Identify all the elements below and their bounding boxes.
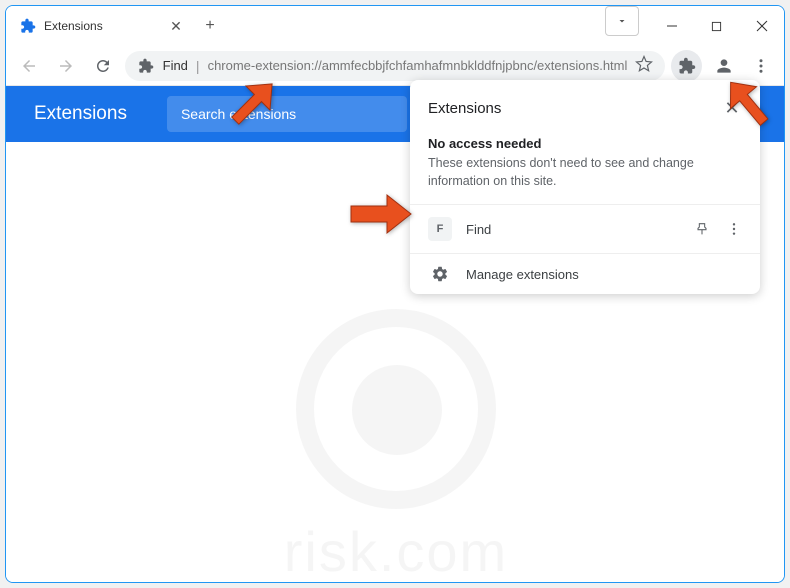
gear-icon <box>428 262 452 286</box>
maximize-button[interactable] <box>694 11 739 41</box>
popup-title: Extensions <box>428 100 501 117</box>
no-access-heading: No access needed <box>428 136 742 151</box>
close-tab-icon[interactable]: ✕ <box>168 18 184 34</box>
watermark: risk.com <box>146 266 646 583</box>
tab-search-button[interactable] <box>605 6 639 36</box>
annotation-arrow-icon <box>713 68 783 143</box>
manage-extensions-label: Manage extensions <box>466 267 750 282</box>
browser-tab[interactable]: Extensions ✕ <box>6 6 196 46</box>
manage-extensions-row[interactable]: Manage extensions <box>410 253 760 294</box>
star-icon <box>635 55 653 73</box>
extensions-button[interactable] <box>671 50 702 82</box>
minimize-button[interactable] <box>649 11 694 41</box>
puzzle-icon <box>137 57 155 75</box>
arrow-right-icon <box>57 57 75 75</box>
annotation-arrow-icon <box>218 68 288 143</box>
back-button[interactable] <box>14 50 45 82</box>
new-tab-button[interactable]: + <box>196 6 224 46</box>
no-access-description: These extensions don't need to see and c… <box>428 155 742 190</box>
window-controls <box>649 6 784 46</box>
reload-icon <box>94 57 112 75</box>
more-vert-icon <box>726 221 742 237</box>
extension-row-find[interactable]: F Find <box>410 204 760 253</box>
bookmark-button[interactable] <box>635 55 653 76</box>
tab-title: Extensions <box>44 19 160 33</box>
forward-button[interactable] <box>51 50 82 82</box>
close-window-button[interactable] <box>739 11 784 41</box>
puzzle-icon <box>678 57 696 75</box>
omnibox-ext-name: Find <box>163 58 188 73</box>
extension-letter-icon: F <box>428 217 452 241</box>
puzzle-icon <box>20 18 36 34</box>
titlebar: Extensions ✕ + <box>6 6 784 46</box>
pin-icon <box>694 221 710 237</box>
chevron-down-icon <box>616 15 628 27</box>
arrow-left-icon <box>20 57 38 75</box>
address-bar[interactable]: Find | chrome-extension://ammfecbbjfchfa… <box>125 51 666 81</box>
extension-more-button[interactable] <box>718 213 750 245</box>
page-title: Extensions <box>34 103 127 125</box>
pin-button[interactable] <box>686 213 718 245</box>
annotation-arrow-icon <box>345 192 415 241</box>
extension-row-label: Find <box>466 222 686 237</box>
extensions-popup: Extensions ✕ No access needed These exte… <box>410 80 760 294</box>
reload-button[interactable] <box>88 50 119 82</box>
